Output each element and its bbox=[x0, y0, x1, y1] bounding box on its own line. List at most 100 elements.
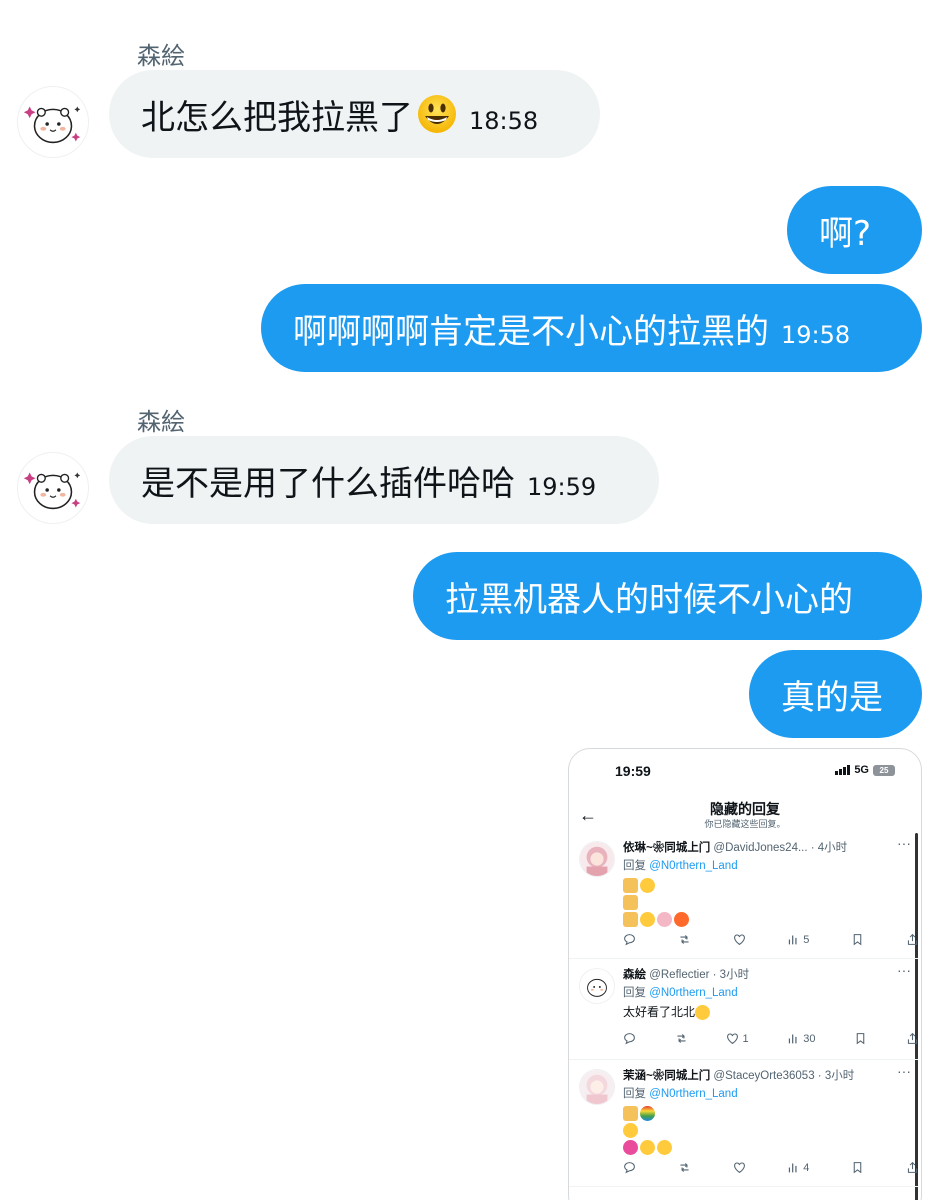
like-icon[interactable] bbox=[733, 1161, 746, 1174]
anime-girl-avatar-icon bbox=[580, 842, 614, 876]
reply-label: 回复 bbox=[623, 1088, 646, 1100]
like-icon[interactable] bbox=[733, 933, 746, 946]
retweet-icon[interactable] bbox=[678, 1161, 691, 1174]
views-count: 30 bbox=[803, 1032, 816, 1045]
reply-to-line: 回复 @N0rthern_Land bbox=[623, 1085, 738, 1101]
reply-item[interactable]: 依琳~❀同城上门 @DavidJones24... · 4小时 ··· 回复 @… bbox=[569, 833, 919, 959]
star-struck-emoji-icon bbox=[640, 1140, 655, 1156]
reply-avatar[interactable] bbox=[579, 968, 615, 1004]
reply-author-handle: @DavidJones24... · 4小时 bbox=[713, 842, 848, 854]
message-text: 是不是用了什么插件哈哈 bbox=[141, 463, 515, 504]
reply-to-line: 回复 @N0rthern_Land bbox=[623, 984, 738, 1000]
views-icon[interactable]: 5 bbox=[787, 933, 809, 946]
reply-actions: 4 bbox=[623, 1161, 919, 1174]
bunny-emoji-icon bbox=[657, 912, 672, 928]
message-text: 啊啊啊啊肯定是不小心的拉黑的 bbox=[293, 311, 769, 352]
message-bubble-outgoing[interactable]: 啊啊啊啊肯定是不小心的拉黑的 19:58 bbox=[261, 284, 922, 372]
reply-author-handle: @StaceyOrte36053 · 3小时 bbox=[713, 1070, 855, 1082]
message-bubble-incoming[interactable]: 是不是用了什么插件哈哈 19:59 bbox=[109, 436, 659, 524]
more-options-icon[interactable]: ··· bbox=[897, 835, 911, 851]
message-text: 拉黑机器人的时候不小心的 bbox=[445, 579, 853, 620]
crying-laughing-emoji-icon bbox=[657, 1140, 672, 1156]
views-count: 4 bbox=[803, 1161, 810, 1174]
reply-item[interactable]: 森絵 @Reflectier · 3小时 ··· 回复 @N0rthern_La… bbox=[569, 960, 919, 1060]
status-time: 19:59 bbox=[615, 763, 651, 779]
views-count: 5 bbox=[803, 933, 810, 946]
message-time: 18:58 bbox=[469, 107, 539, 135]
mention-link[interactable]: @N0rthern_Land bbox=[649, 987, 737, 999]
reply-text-content: 太好看了北北 bbox=[623, 1005, 696, 1019]
crying-laughing-emoji-icon bbox=[695, 1005, 711, 1021]
message-text: 北怎么把我拉黑了 bbox=[141, 97, 413, 138]
screenshot-attachment[interactable]: 19:59 5G 25 隐藏的回复 你已隐藏这些回复。 ← 依琳~❀同城上门 @… bbox=[568, 748, 922, 1200]
reply-header: 依琳~❀同城上门 @DavidJones24... · 4小时 bbox=[623, 839, 847, 855]
more-options-icon[interactable]: ··· bbox=[897, 1063, 911, 1079]
reply-actions: 1 30 bbox=[623, 1032, 919, 1045]
bookmark-icon[interactable] bbox=[851, 933, 864, 946]
fire-emoji-icon bbox=[674, 912, 689, 928]
reply-author-name: 依琳~❀同城上门 bbox=[623, 842, 711, 854]
signal-icon bbox=[835, 765, 851, 775]
reply-author-name: 茉涵~❀同城上门 bbox=[623, 1070, 711, 1082]
pointing-hand-emoji-icon bbox=[623, 1106, 638, 1122]
comment-icon[interactable] bbox=[623, 933, 636, 946]
back-arrow-icon[interactable]: ← bbox=[579, 805, 597, 826]
rainbow-emoji-icon bbox=[640, 1106, 655, 1122]
message-bubble-outgoing[interactable]: 啊? bbox=[787, 186, 922, 274]
share-icon[interactable] bbox=[906, 933, 919, 946]
message-bubble-outgoing[interactable]: 真的是 bbox=[749, 650, 922, 738]
message-time: 19:58 bbox=[781, 321, 851, 349]
message-bubble-incoming[interactable]: 北怎么把我拉黑了 18:58 bbox=[109, 70, 600, 158]
reply-actions: 5 bbox=[623, 933, 919, 946]
reply-header: 茉涵~❀同城上门 @StaceyOrte36053 · 3小时 bbox=[623, 1067, 854, 1083]
hamster-avatar-icon bbox=[580, 969, 614, 1003]
hamster-avatar-icon bbox=[23, 106, 81, 144]
reply-author-handle: @Reflectier · 3小时 bbox=[649, 969, 750, 981]
share-icon[interactable] bbox=[906, 1161, 919, 1174]
views-icon[interactable]: 30 bbox=[787, 1032, 816, 1045]
bookmark-icon[interactable] bbox=[854, 1032, 867, 1045]
reply-header: 森絵 @Reflectier · 3小时 bbox=[623, 966, 749, 982]
reply-emoji-body bbox=[623, 1105, 674, 1156]
sender-name: 森絵 bbox=[137, 42, 185, 70]
flexed-biceps-emoji-icon bbox=[623, 912, 638, 928]
message-text: 啊? bbox=[819, 213, 872, 254]
message-text: 真的是 bbox=[781, 677, 883, 718]
likes-count: 1 bbox=[742, 1032, 749, 1045]
pointing-hand-emoji-icon bbox=[623, 878, 638, 894]
bookmark-icon[interactable] bbox=[851, 1161, 864, 1174]
mention-link[interactable]: @N0rthern_Land bbox=[649, 1088, 737, 1100]
network-label: 5G bbox=[854, 764, 869, 776]
reply-author-name: 森絵 bbox=[623, 969, 646, 981]
battery-icon: 25 bbox=[873, 764, 895, 776]
sender-avatar[interactable] bbox=[17, 452, 89, 524]
comment-icon[interactable] bbox=[623, 1032, 636, 1045]
reply-to-line: 回复 @N0rthern_Land bbox=[623, 857, 738, 873]
views-icon[interactable]: 4 bbox=[787, 1161, 809, 1174]
reply-item-partial bbox=[569, 1189, 919, 1200]
retweet-icon[interactable] bbox=[678, 933, 691, 946]
more-options-icon[interactable]: ··· bbox=[897, 962, 911, 978]
retweet-icon[interactable] bbox=[675, 1032, 688, 1045]
comment-icon[interactable] bbox=[623, 1161, 636, 1174]
smiling-face-emoji-icon bbox=[640, 912, 655, 928]
grinning-face-emoji-icon bbox=[418, 95, 456, 133]
like-icon[interactable]: 1 bbox=[726, 1032, 749, 1045]
sender-avatar[interactable] bbox=[17, 86, 89, 158]
mention-link[interactable]: @N0rthern_Land bbox=[649, 860, 737, 872]
flexed-biceps-emoji-icon bbox=[623, 895, 638, 911]
page-title: 隐藏的回复 bbox=[710, 801, 780, 817]
reply-label: 回复 bbox=[623, 987, 646, 999]
message-bubble-outgoing[interactable]: 拉黑机器人的时候不小心的 bbox=[413, 552, 922, 640]
reply-text: 太好看了北北 bbox=[623, 1004, 712, 1021]
heart-eyes-emoji-icon bbox=[623, 1123, 638, 1139]
reply-item[interactable]: 茉涵~❀同城上门 @StaceyOrte36053 · 3小时 ··· 回复 @… bbox=[569, 1061, 919, 1187]
anime-girl-avatar-icon bbox=[580, 1070, 614, 1104]
kissing-face-emoji-icon bbox=[640, 878, 655, 894]
sender-name: 森絵 bbox=[137, 408, 185, 436]
sparkling-heart-emoji-icon bbox=[623, 1140, 638, 1156]
share-icon[interactable] bbox=[906, 1032, 919, 1045]
reply-avatar[interactable] bbox=[579, 841, 615, 877]
reply-avatar[interactable] bbox=[579, 1069, 615, 1105]
hamster-avatar-icon bbox=[23, 472, 81, 510]
